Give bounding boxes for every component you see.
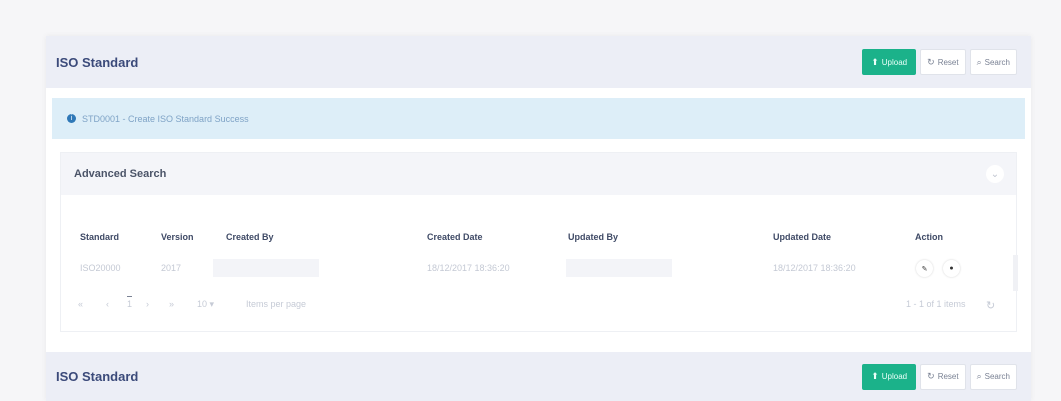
upload-icon: ⬆: [871, 56, 879, 67]
page-header: ISO Standard ⬆ Upload ↻ Reset ⌕ Search: [46, 36, 1031, 88]
info-icon: i: [67, 114, 76, 123]
chevron-down-icon[interactable]: ⌄: [986, 165, 1004, 183]
cell-version: 2017: [161, 263, 182, 273]
column-header-version[interactable]: Version: [161, 232, 194, 242]
advanced-search-header[interactable]: Advanced Search ⌄: [61, 153, 1016, 195]
dropdown-arrow-icon: ▾: [209, 299, 215, 309]
info-message: STD0001 - Create ISO Standard Success: [82, 113, 249, 124]
footer-search-button[interactable]: ⌕ Search: [969, 363, 1017, 390]
footer-header: ISO Standard ⬆ Upload ↻ Reset ⌕ Search: [46, 352, 1031, 401]
column-header-action: Action: [915, 232, 943, 242]
search-label: Search: [984, 57, 1010, 67]
column-header-updated-date[interactable]: Updated Date: [773, 232, 831, 242]
column-header-created-date[interactable]: Created Date: [427, 232, 483, 242]
results-panel: Advanced Search ⌄ Standard Version Creat…: [60, 152, 1018, 332]
header-actions: ⬆ Upload ↻ Reset ⌕ Search: [862, 49, 1017, 75]
advanced-search-title: Advanced Search: [74, 168, 167, 180]
search-icon: ⌕: [976, 56, 982, 67]
footer-reset-button[interactable]: ↻ Reset: [920, 363, 966, 390]
next-page-button[interactable]: ›: [146, 299, 149, 309]
reset-icon: ↻: [927, 56, 935, 67]
column-header-created-by[interactable]: Created By: [226, 232, 274, 242]
first-page-button[interactable]: «: [78, 299, 83, 309]
edit-icon[interactable]: ✎: [916, 260, 933, 277]
cell-standard: ISO20000: [80, 263, 121, 273]
cell-created-by: [213, 259, 319, 277]
footer-search-label: Search: [984, 372, 1010, 381]
range-text: 1 - 1 of 1 items: [906, 299, 966, 309]
cell-updated-by: [566, 259, 672, 277]
reset-icon: ↻: [927, 371, 935, 381]
reset-label: Reset: [937, 57, 959, 67]
footer-upload-label: Upload: [881, 372, 908, 381]
footer-reset-label: Reset: [937, 372, 959, 381]
current-page[interactable]: 1: [127, 296, 133, 309]
cell-created-date: 18/12/2017 18:36:20: [427, 263, 510, 273]
page-size-select[interactable]: 10 ▾: [197, 299, 214, 310]
search-button[interactable]: ⌕ Search: [969, 49, 1017, 75]
column-header-updated-by[interactable]: Updated By: [568, 232, 618, 242]
footer-title: ISO Standard: [56, 369, 139, 384]
column-header-standard[interactable]: Standard: [80, 232, 119, 242]
upload-icon: ⬆: [871, 371, 879, 381]
delete-icon[interactable]: ●: [943, 260, 960, 277]
footer-actions: ⬆ Upload ↻ Reset ⌕ Search: [862, 363, 1017, 390]
items-per-page-label: Items per page: [246, 299, 307, 309]
cell-updated-date: 18/12/2017 18:36:20: [773, 263, 856, 273]
info-alert: i STD0001 - Create ISO Standard Success: [52, 98, 1025, 139]
page-title: ISO Standard: [56, 54, 139, 70]
upload-label: Upload: [881, 57, 908, 67]
table-scrollbar[interactable]: [1013, 255, 1018, 291]
refresh-icon[interactable]: ↻: [986, 299, 995, 312]
page-size-value: 10: [197, 299, 208, 309]
upload-button[interactable]: ⬆ Upload: [862, 49, 917, 75]
footer-upload-button[interactable]: ⬆ Upload: [862, 363, 917, 390]
search-icon: ⌕: [976, 371, 982, 381]
reset-button[interactable]: ↻ Reset: [920, 49, 966, 75]
prev-page-button[interactable]: ‹: [106, 299, 109, 309]
main-card: ISO Standard ⬆ Upload ↻ Reset ⌕ Search i…: [46, 36, 1031, 401]
last-page-button[interactable]: »: [169, 299, 174, 309]
